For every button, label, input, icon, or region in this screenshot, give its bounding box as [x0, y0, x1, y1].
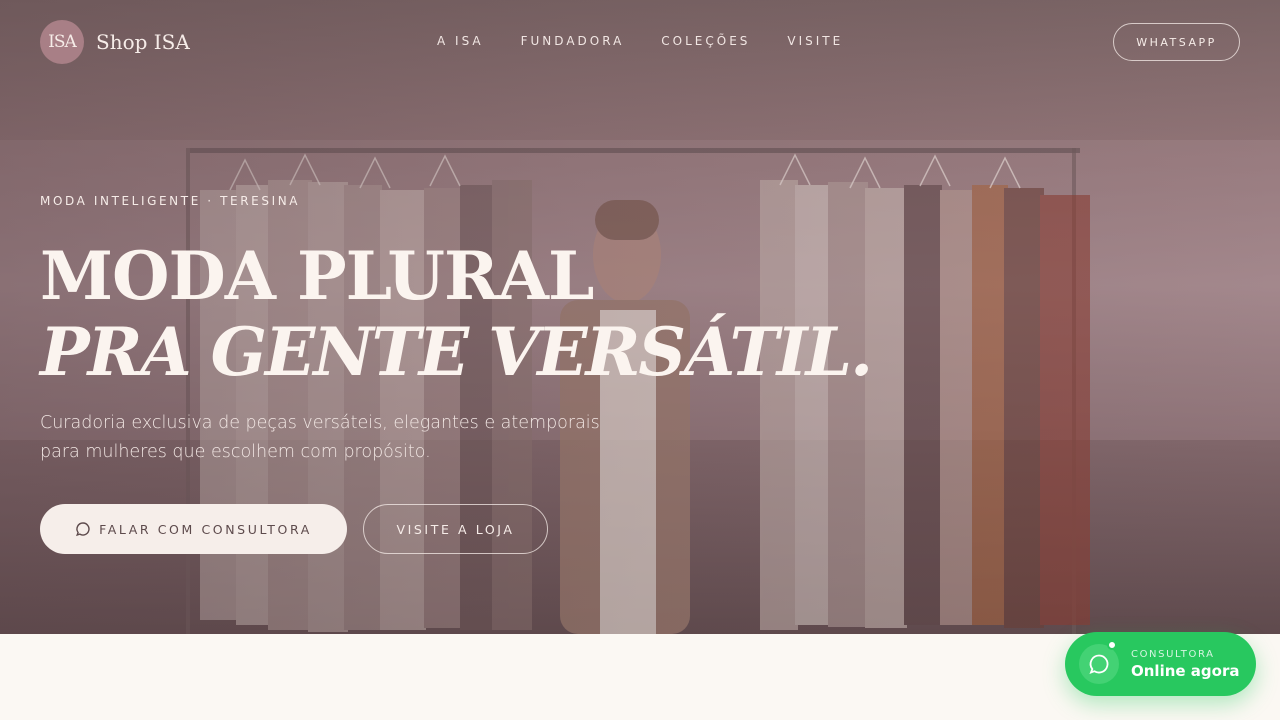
whatsapp-chat-icon	[1079, 640, 1119, 684]
chat-bubble-icon	[75, 521, 91, 537]
visit-store-button[interactable]: VISITE A LOJA	[363, 504, 548, 554]
nav-item-fundadora[interactable]: FUNDADORA	[521, 34, 625, 48]
nav-item-colecoes[interactable]: COLEÇÕES	[661, 34, 750, 48]
hero-title-line2: PRA GENTE VERSÁTIL.	[40, 313, 873, 391]
brand-logo[interactable]: ISA Shop ISA	[40, 20, 190, 64]
consultant-label: CONSULTORA	[1131, 648, 1215, 660]
hero-subtitle: Curadoria exclusiva de peças versáteis, …	[40, 413, 600, 462]
consultant-status: Online agora	[1131, 661, 1240, 680]
nav-item-a-isa[interactable]: A ISA	[437, 34, 484, 48]
whatsapp-button[interactable]: WHATSAPP	[1113, 23, 1240, 61]
consultant-info: CONSULTORA Online agora	[1131, 649, 1239, 680]
main-nav: A ISA FUNDADORA COLEÇÕES VISITE	[437, 34, 843, 48]
logo-mark: ISA	[40, 20, 84, 64]
talk-to-consultant-label: FALAR COM CONSULTORA	[99, 521, 312, 537]
talk-to-consultant-button[interactable]: FALAR COM CONSULTORA	[40, 504, 347, 554]
brand-name: Shop ISA	[96, 30, 190, 54]
site-header: ISA Shop ISA A ISA FUNDADORA COLEÇÕES VI…	[0, 0, 1280, 84]
nav-item-visite[interactable]: VISITE	[787, 34, 843, 48]
online-indicator	[1107, 640, 1117, 650]
consultant-chat-widget[interactable]: CONSULTORA Online agora	[1065, 632, 1256, 696]
hero-eyebrow: MODA INTELIGENTE · TERESINA	[40, 194, 301, 208]
hero-title-line1: MODA PLURAL	[40, 237, 594, 315]
